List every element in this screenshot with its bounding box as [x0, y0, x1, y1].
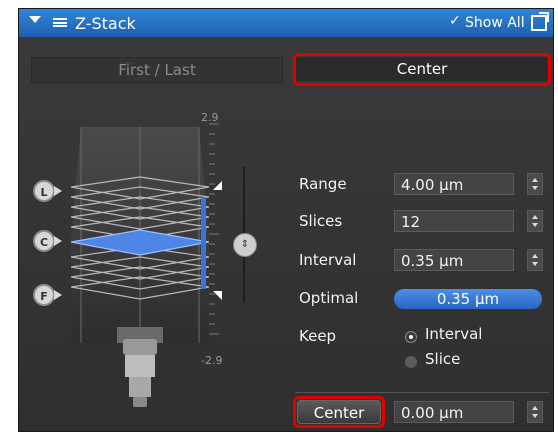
range-spinner[interactable]	[527, 173, 543, 195]
range-field[interactable]: 4.00 µm	[394, 173, 514, 195]
marker-first[interactable]: F	[33, 284, 62, 306]
highlight-box-tab	[293, 53, 551, 86]
slices-spinner[interactable]	[527, 210, 543, 232]
panel-title: Z-Stack	[75, 14, 136, 33]
marker-last[interactable]: L	[33, 180, 62, 202]
slices-label: Slices	[299, 212, 343, 230]
z-scale-ruler	[209, 123, 219, 335]
center-position-spinner[interactable]	[527, 401, 543, 423]
interval-label: Interval	[299, 251, 357, 269]
slices-field[interactable]: 12	[394, 210, 514, 232]
range-indicator-bar	[201, 197, 206, 289]
keep-interval-radio[interactable]	[405, 331, 417, 343]
highlight-box-center-button	[293, 396, 385, 428]
tab-first-last[interactable]: First / Last	[31, 57, 283, 83]
scale-bottom-label: -2.9	[201, 354, 223, 367]
interval-field[interactable]: 0.35 µm	[394, 249, 514, 271]
last-position-arrow-icon[interactable]	[213, 291, 222, 300]
keep-interval-label[interactable]: Interval	[425, 325, 482, 343]
objective-icon	[123, 339, 157, 407]
checkmark-icon[interactable]: ✓	[449, 13, 461, 29]
zstack-panel: Z-Stack ✓ Show All First / Last Center 2…	[18, 8, 554, 432]
marker-center[interactable]: C	[33, 230, 62, 252]
panel-header: Z-Stack ✓ Show All	[19, 9, 553, 38]
keep-slice-label[interactable]: Slice	[425, 350, 460, 368]
range-label: Range	[299, 175, 347, 193]
show-all-toggle[interactable]: Show All	[465, 15, 525, 31]
keep-label: Keep	[299, 327, 337, 345]
drag-handle-icon[interactable]	[53, 18, 67, 27]
scale-top-label: 2.9	[201, 111, 219, 124]
center-position-field[interactable]: 0.00 µm	[394, 401, 514, 423]
section-divider	[295, 392, 549, 393]
interval-spinner[interactable]	[527, 249, 543, 271]
popout-icon[interactable]	[531, 12, 549, 31]
first-position-arrow-icon[interactable]	[213, 181, 222, 190]
collapse-arrow-icon[interactable]	[29, 16, 41, 23]
focus-knob-icon[interactable]: ⇕	[233, 233, 257, 257]
optimal-label: Optimal	[299, 289, 359, 307]
zstack-illustration	[71, 127, 209, 343]
optimal-button[interactable]: 0.35 µm	[394, 289, 542, 309]
keep-slice-radio[interactable]	[405, 356, 417, 368]
